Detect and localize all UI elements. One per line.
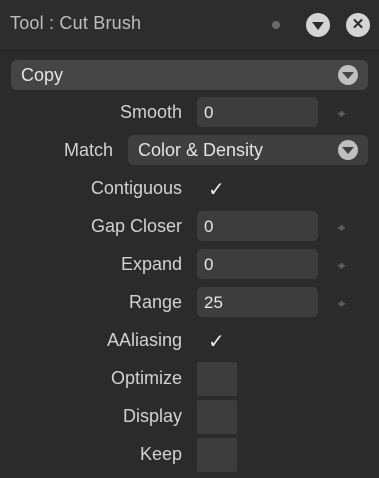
gap-closer-label: Gap Closer bbox=[90, 216, 182, 236]
range-value: 25 bbox=[204, 293, 223, 312]
gap-closer-value: 0 bbox=[204, 217, 214, 236]
chevron-down-icon bbox=[312, 22, 324, 30]
range-input[interactable]: 25 bbox=[197, 287, 318, 317]
smooth-value: 0 bbox=[204, 103, 214, 122]
contiguous-label: Contiguous bbox=[90, 178, 182, 198]
title-bar: Tool : Cut Brush ✕ bbox=[0, 0, 379, 51]
gap-closer-input[interactable]: 0 bbox=[197, 211, 318, 241]
aaliasing-checkbox[interactable]: ✓ bbox=[208, 329, 225, 354]
chevron-down-icon bbox=[338, 65, 358, 85]
panel-title: Tool : Cut Brush bbox=[10, 13, 142, 33]
mode-dropdown-value: Copy bbox=[21, 65, 64, 85]
range-label: Range bbox=[128, 292, 182, 312]
smooth-input[interactable]: 0 bbox=[197, 97, 318, 127]
expand-input[interactable]: 0 bbox=[197, 249, 318, 279]
chevron-down-icon bbox=[338, 140, 358, 160]
expand-stepper-icon[interactable]: ◂▸ bbox=[337, 258, 346, 272]
range-stepper-icon[interactable]: ◂▸ bbox=[337, 296, 346, 310]
optimize-checkbox[interactable] bbox=[197, 362, 237, 396]
display-checkbox[interactable] bbox=[197, 400, 237, 434]
collapse-button[interactable] bbox=[306, 13, 330, 37]
status-dot-icon bbox=[272, 21, 280, 29]
smooth-label: Smooth bbox=[119, 102, 182, 122]
tool-panel: Tool : Cut Brush ✕ Copy Smooth 0 ◂▸ Matc… bbox=[0, 0, 379, 478]
keep-checkbox[interactable] bbox=[197, 438, 237, 472]
expand-label: Expand bbox=[120, 254, 182, 274]
match-dropdown[interactable]: Color & Density bbox=[128, 135, 368, 165]
match-dropdown-value: Color & Density bbox=[138, 140, 264, 160]
display-label: Display bbox=[122, 406, 182, 426]
match-label: Match bbox=[63, 140, 113, 160]
close-icon: ✕ bbox=[351, 16, 365, 33]
aaliasing-label: AAliasing bbox=[106, 330, 182, 350]
smooth-stepper-icon[interactable]: ◂▸ bbox=[337, 106, 346, 120]
optimize-label: Optimize bbox=[110, 368, 182, 388]
mode-dropdown[interactable]: Copy bbox=[11, 60, 368, 90]
close-button[interactable]: ✕ bbox=[346, 13, 370, 37]
expand-value: 0 bbox=[204, 255, 214, 274]
gap-closer-stepper-icon[interactable]: ◂▸ bbox=[337, 220, 346, 234]
contiguous-checkbox[interactable]: ✓ bbox=[208, 177, 225, 202]
keep-label: Keep bbox=[139, 444, 182, 464]
